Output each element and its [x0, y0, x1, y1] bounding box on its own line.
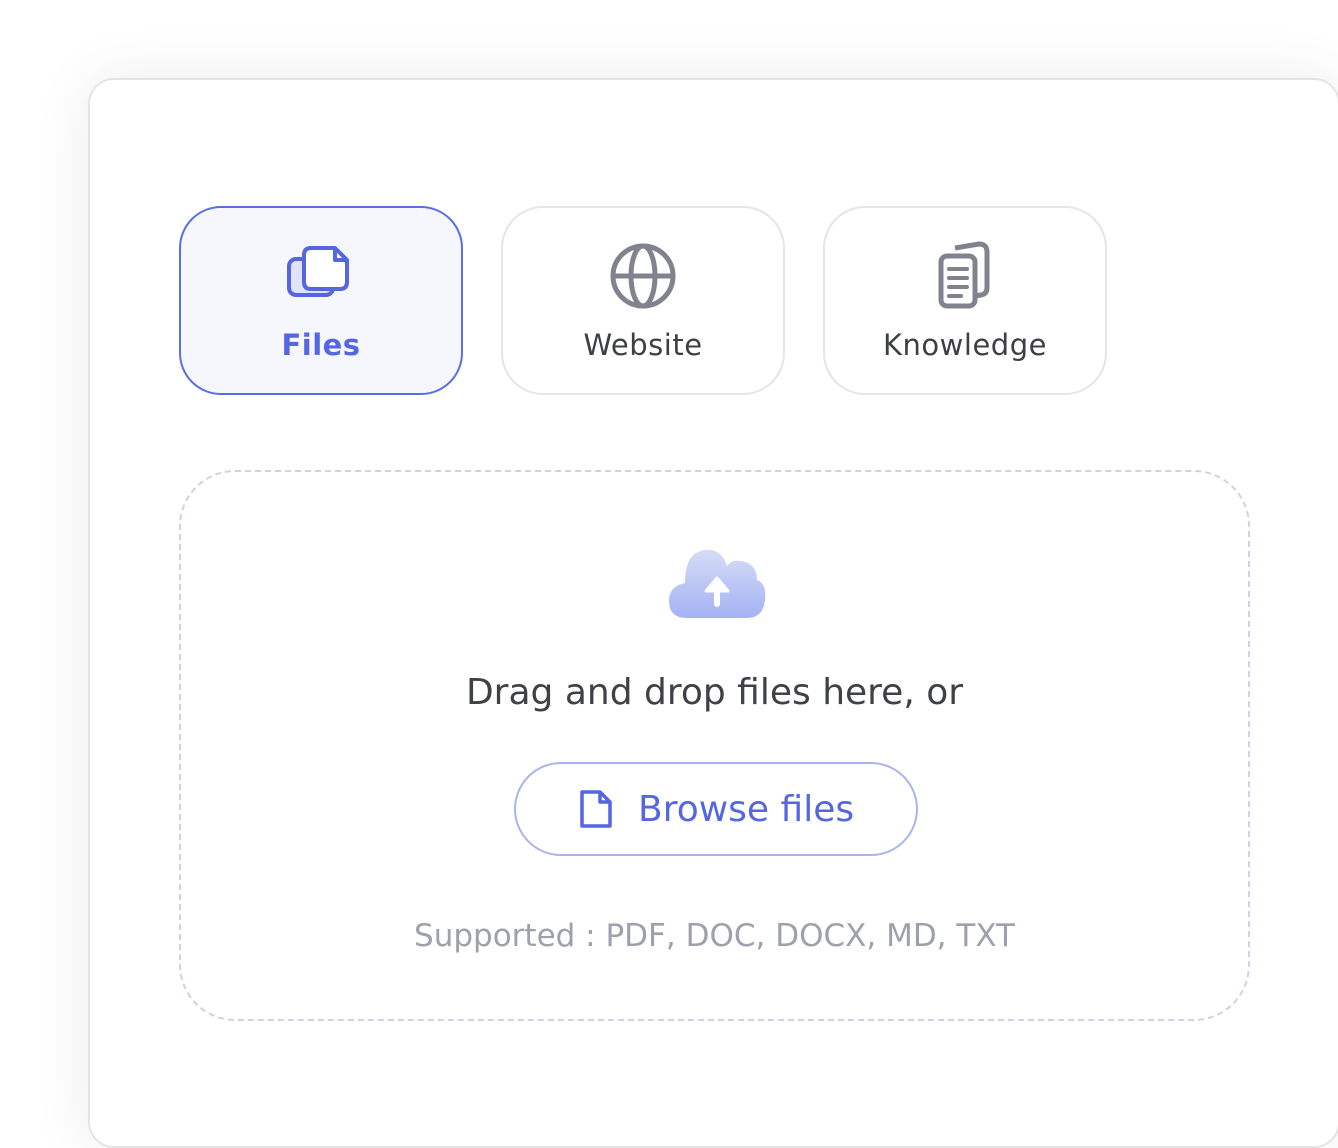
tab-files[interactable]: Files — [179, 206, 463, 395]
tab-knowledge[interactable]: Knowledge — [823, 206, 1107, 395]
upload-card: Files Website Knowledge Drag and drop fi… — [88, 78, 1338, 1148]
browse-files-label: Browse files — [638, 788, 855, 830]
tab-files-label: Files — [281, 328, 361, 362]
cloud-upload-icon — [665, 544, 769, 624]
dropzone-prompt: Drag and drop files here, or — [465, 672, 964, 713]
tab-knowledge-label: Knowledge — [883, 328, 1047, 362]
file-icon — [574, 788, 616, 830]
file-dropzone[interactable]: Drag and drop files here, or Browse file… — [179, 470, 1250, 1021]
supported-formats: Supported : PDF, DOC, DOCX, MD, TXT — [414, 918, 1015, 954]
globe-icon — [605, 238, 681, 314]
browse-files-button[interactable]: Browse files — [514, 762, 918, 856]
documents-icon — [927, 238, 1003, 314]
files-icon — [283, 238, 359, 314]
tab-website-label: Website — [583, 328, 703, 362]
tab-website[interactable]: Website — [501, 206, 785, 395]
